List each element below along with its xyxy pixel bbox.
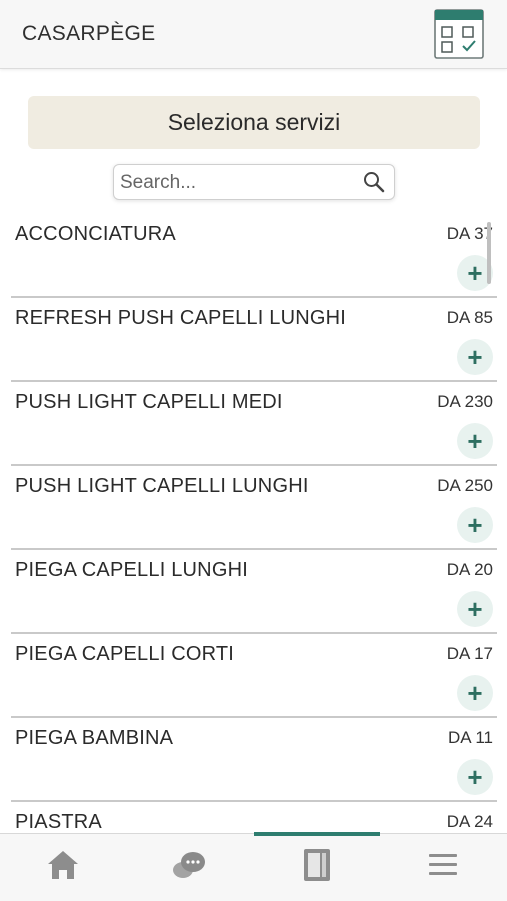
- menu-icon: [427, 851, 459, 884]
- tab-menu[interactable]: [380, 834, 506, 901]
- search-icon[interactable]: [362, 170, 386, 194]
- tab-home[interactable]: [0, 834, 126, 901]
- list-item[interactable]: PUSH LIGHT CAPELLI LUNGHI DA 250 +: [11, 465, 497, 550]
- service-price: DA 17: [446, 644, 493, 663]
- add-service-button[interactable]: +: [457, 423, 493, 459]
- service-name: PUSH LIGHT CAPELLI MEDI: [15, 391, 283, 413]
- service-name: PIASTRA: [15, 811, 102, 833]
- add-service-button[interactable]: +: [457, 675, 493, 711]
- service-price: DA 250: [437, 476, 493, 495]
- service-name: PIEGA CAPELLI LUNGHI: [15, 559, 248, 581]
- list-item[interactable]: PIASTRA DA 24 +: [11, 801, 497, 833]
- add-service-button[interactable]: +: [457, 759, 493, 795]
- chat-icon: [169, 848, 209, 887]
- service-price: DA 11: [447, 728, 493, 747]
- list-item[interactable]: PUSH LIGHT CAPELLI MEDI DA 230 +: [11, 381, 497, 466]
- list-item[interactable]: PIEGA BAMBINA DA 11 +: [11, 717, 497, 802]
- app-header: CASARPÈGE: [0, 0, 507, 69]
- service-name: PIEGA BAMBINA: [15, 727, 174, 749]
- service-name: REFRESH PUSH CAPELLI LUNGHI: [15, 307, 347, 329]
- tab-booklet[interactable]: [254, 834, 380, 901]
- search-input[interactable]: [118, 165, 362, 201]
- service-price: DA 85: [446, 308, 493, 327]
- list-item[interactable]: ACCONCIATURA DA 37 +: [11, 213, 497, 298]
- service-name: ACCONCIATURA: [15, 223, 176, 245]
- add-service-button[interactable]: +: [457, 339, 493, 375]
- services-list[interactable]: ACCONCIATURA DA 37 + REFRESH PUSH CAPELL…: [0, 213, 507, 833]
- search-box[interactable]: [113, 164, 395, 201]
- bottom-tab-bar: [0, 832, 507, 901]
- calendar-check-icon[interactable]: [432, 7, 486, 61]
- service-price: DA 20: [446, 560, 493, 579]
- service-price: DA 230: [437, 392, 493, 411]
- select-services-banner[interactable]: Seleziona servizi: [28, 96, 480, 149]
- home-icon: [46, 849, 80, 886]
- list-item[interactable]: PIEGA CAPELLI CORTI DA 17 +: [11, 633, 497, 718]
- booklet-icon: [300, 847, 334, 888]
- scrollbar[interactable]: [487, 222, 491, 284]
- add-service-button[interactable]: +: [457, 507, 493, 543]
- add-service-button[interactable]: +: [457, 591, 493, 627]
- list-item[interactable]: REFRESH PUSH CAPELLI LUNGHI DA 85 +: [11, 297, 497, 382]
- service-name: PUSH LIGHT CAPELLI LUNGHI: [15, 475, 309, 497]
- list-item[interactable]: PIEGA CAPELLI LUNGHI DA 20 +: [11, 549, 497, 634]
- app-title: CASARPÈGE: [22, 22, 156, 45]
- tab-chat[interactable]: [126, 834, 252, 901]
- service-name: PIEGA CAPELLI CORTI: [15, 643, 235, 665]
- service-price: DA 24: [446, 812, 493, 831]
